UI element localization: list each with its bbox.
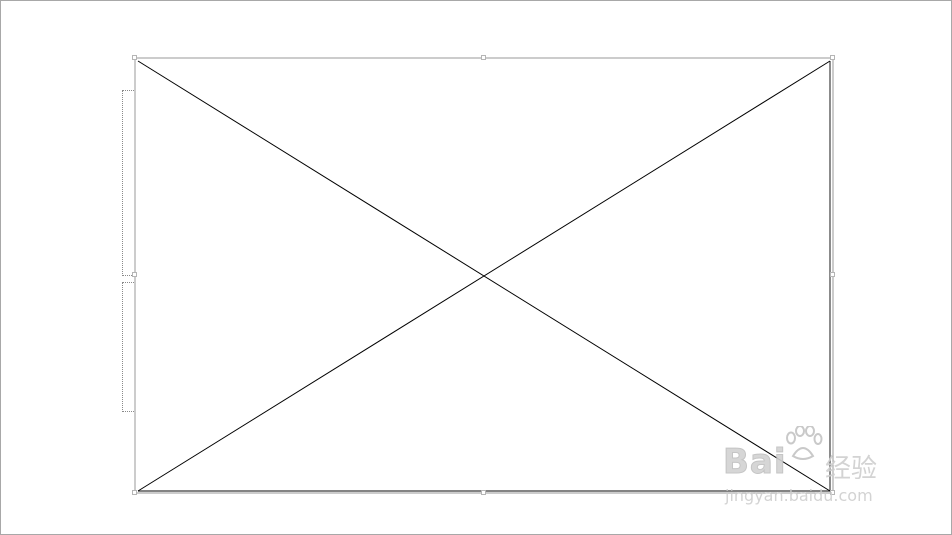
resize-handle-middle-right[interactable]	[830, 272, 835, 277]
resize-handle-top-left[interactable]	[132, 55, 137, 60]
resize-handle-top-center[interactable]	[481, 55, 486, 60]
slide-canvas: Bai 经验 jingyan.baidu.com	[0, 0, 952, 535]
resize-handle-middle-left[interactable]	[132, 272, 137, 277]
resize-handle-bottom-center[interactable]	[481, 490, 486, 495]
resize-handle-bottom-left[interactable]	[132, 490, 137, 495]
resize-handle-top-right[interactable]	[830, 55, 835, 60]
resize-handle-bottom-right[interactable]	[830, 490, 835, 495]
image-placeholder-frame[interactable]	[1, 1, 952, 535]
